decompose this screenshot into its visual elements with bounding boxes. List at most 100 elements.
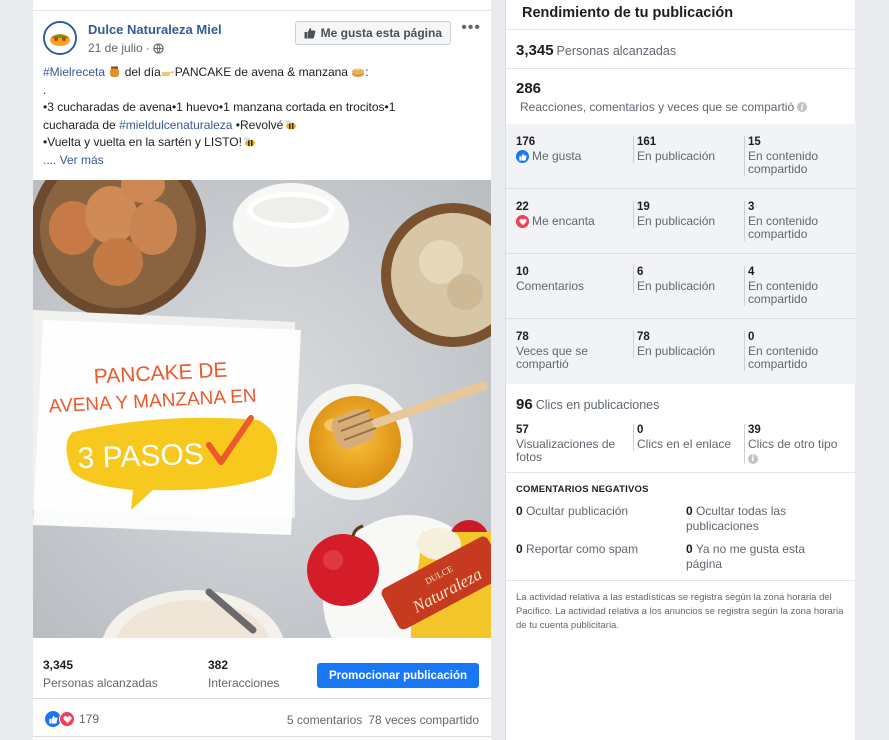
- breakdown-row-likes: 176 Me gusta 161 En publicación 15 En co…: [506, 124, 856, 189]
- breakdown-total-cell: 78 Veces que se compartió: [516, 331, 626, 371]
- clicks-other-cell: 39 Clics de otro tipo i: [744, 424, 844, 464]
- comments-count-link[interactable]: 5 comentarios: [287, 713, 362, 727]
- info-icon[interactable]: i: [797, 102, 808, 112]
- post-header: Dulce Naturaleza Miel 21 de julio · Me g…: [43, 19, 481, 63]
- pancake-icon: [352, 68, 365, 77]
- hashtag-mielreceta[interactable]: #Mielreceta: [43, 65, 105, 79]
- breakdown-total-value: 10: [516, 266, 529, 278]
- post-text-segment: •Revolvé: [232, 117, 284, 132]
- globe-icon: [153, 42, 164, 54]
- post-text-segment: cucharada de: [43, 117, 120, 132]
- reach-label: Personas alcanzadas: [556, 44, 677, 58]
- clicks-photo-views-label: Visualizaciones de fotos: [516, 437, 616, 464]
- breakdown-post-cell: 19 En publicación: [633, 201, 733, 228]
- love-icon: [516, 215, 529, 228]
- breakdown-total-label: Veces que se compartió: [516, 344, 589, 371]
- breakdown-row-shares: 78 Veces que se compartió 78 En publicac…: [506, 319, 856, 384]
- post-reach-stat: 3,345 Personas alcanzadas: [43, 658, 158, 690]
- timezone-note: La actividad relativa a las estadísticas…: [516, 592, 844, 631]
- reactions-breakdown: 176 Me gusta 161 En publicación 15 En co…: [506, 124, 856, 384]
- breakdown-post-cell: 6 En publicación: [633, 266, 733, 293]
- reach-summary: 3,345 Personas alcanzadas: [516, 42, 676, 59]
- breakdown-total-value: 176: [516, 136, 536, 148]
- post-reach-value: 3,345: [43, 658, 74, 672]
- post-meta: 21 de julio ·: [88, 41, 164, 55]
- breakdown-total-cell: 10 Comentarios: [516, 266, 584, 293]
- divider: [506, 580, 856, 581]
- breakdown-shared-label: En contenido compartido: [748, 149, 819, 176]
- breakdown-shared-cell: 3 En contenido compartido: [744, 201, 844, 241]
- see-more-link[interactable]: .... Ver más: [43, 152, 483, 170]
- breakdown-post-value: 6: [637, 266, 644, 278]
- negative-hide-post-value: 0: [516, 504, 523, 518]
- post-stats: 3,345 Personas alcanzadas 382 Interaccio…: [33, 649, 491, 699]
- breakdown-row-comments: 10 Comentarios 6 En publicación 4 En con…: [506, 254, 856, 319]
- reaction-summary: 179 5 comentarios 78 veces compartido: [33, 701, 491, 737]
- post-text: #Mielreceta del día PANCAKE de avena & ma…: [43, 64, 483, 169]
- clicks-link-value: 0: [637, 424, 644, 436]
- breakdown-total-cell: 176 Me gusta: [516, 136, 581, 164]
- honey-pot-icon: [110, 66, 120, 77]
- breakdown-post-cell: 161 En publicación: [633, 136, 733, 163]
- post-text-line-1: #Mielreceta del día PANCAKE de avena & ma…: [43, 64, 483, 82]
- breakdown-total-label: Me encanta: [532, 214, 595, 228]
- post-text-line-4: •Vuelta y vuelta en la sartén y LISTO!: [43, 134, 483, 152]
- like-icon: [516, 150, 529, 163]
- breakdown-shared-cell: 15 En contenido compartido: [744, 136, 844, 176]
- like-page-button[interactable]: Me gusta esta página: [294, 21, 451, 45]
- breakdown-post-value: 78: [637, 331, 650, 343]
- promote-post-button[interactable]: Promocionar publicación: [316, 663, 479, 688]
- negative-unlike-page-value: 0: [686, 542, 693, 556]
- image-bubble-text: 3 PASOS: [77, 438, 204, 475]
- reaction-icons[interactable]: 179: [45, 711, 99, 727]
- breakdown-shared-cell: 0 En contenido compartido: [744, 331, 844, 371]
- info-icon[interactable]: i: [748, 453, 758, 464]
- reactions-description-text: Reacciones, comentarios y veces que se c…: [520, 100, 795, 114]
- bee-icon: [243, 137, 255, 147]
- breakdown-shared-label: En contenido compartido: [748, 344, 819, 371]
- post-interactions-label: Interacciones: [208, 676, 280, 690]
- breakdown-post-value: 19: [637, 201, 650, 213]
- more-options-icon[interactable]: •••: [461, 19, 481, 37]
- divider: [506, 472, 856, 473]
- negative-hide-all: 0 Ocultar todas las publicaciones: [686, 504, 836, 534]
- clicks-summary: 96 Clics en publicaciones: [516, 396, 659, 413]
- post-interactions-value: 382: [208, 658, 229, 672]
- post-text-segment: del día: [121, 65, 161, 79]
- reaction-count: 179: [79, 712, 100, 726]
- divider: [506, 68, 856, 69]
- negative-report-spam: 0 Reportar como spam: [516, 542, 676, 557]
- post-text-line-3: cucharada de #mieldulcenaturaleza •Revol…: [43, 117, 483, 135]
- breakdown-post-label: En publicación: [637, 149, 716, 163]
- breakdown-post-label: En publicación: [637, 214, 716, 228]
- clicks-other-value: 39: [748, 424, 761, 436]
- bee-icon: [285, 119, 297, 129]
- performance-panel: Rendimiento de tu publicación 3,345 Perso…: [505, 0, 856, 740]
- breakdown-total-value: 78: [516, 331, 529, 343]
- breakdown-shared-value: 15: [748, 136, 761, 148]
- hashtag-mieldulcenaturaleza[interactable]: #mieldulcenaturaleza: [119, 118, 232, 132]
- pointing-hand-icon: [161, 71, 174, 76]
- negative-hide-post: 0 Ocultar publicación: [516, 504, 676, 519]
- negative-hide-all-label: Ocultar todas las publicaciones: [686, 504, 787, 533]
- page-name[interactable]: Dulce Naturaleza Miel: [88, 22, 222, 37]
- breakdown-shared-value: 0: [748, 331, 755, 343]
- breakdown-post-label: En publicación: [637, 344, 716, 358]
- breakdown-total-value: 22: [516, 201, 529, 213]
- post-date[interactable]: 21 de julio: [88, 41, 143, 55]
- shares-count-link[interactable]: 78 veces compartido: [368, 713, 479, 727]
- negative-feedback-title: COMENTARIOS NEGATIVOS: [516, 484, 649, 495]
- post-text-segment: •Vuelta y vuelta en la sartén y LISTO!: [43, 135, 242, 149]
- engagement-links: 5 comentarios 78 veces compartido: [287, 713, 479, 727]
- thumbs-up-icon: [304, 28, 316, 39]
- reactions-description: Reacciones, comentarios y veces que se c…: [520, 100, 808, 114]
- post-reach-label: Personas alcanzadas: [43, 676, 158, 690]
- negative-unlike-page: 0 Ya no me gusta esta página: [686, 542, 836, 572]
- clicks-value: 96: [516, 396, 533, 413]
- clicks-other-label: Clics de otro tipo: [748, 437, 838, 451]
- breakdown-shared-value: 4: [748, 266, 755, 278]
- breakdown-total-label: Me gusta: [532, 149, 582, 163]
- negative-hide-post-label: Ocultar publicación: [526, 504, 629, 518]
- page-avatar[interactable]: [43, 21, 77, 55]
- post-image[interactable]: PANCAKE DE AVENA Y MANZANA EN 3 PASOS DU…: [33, 180, 491, 638]
